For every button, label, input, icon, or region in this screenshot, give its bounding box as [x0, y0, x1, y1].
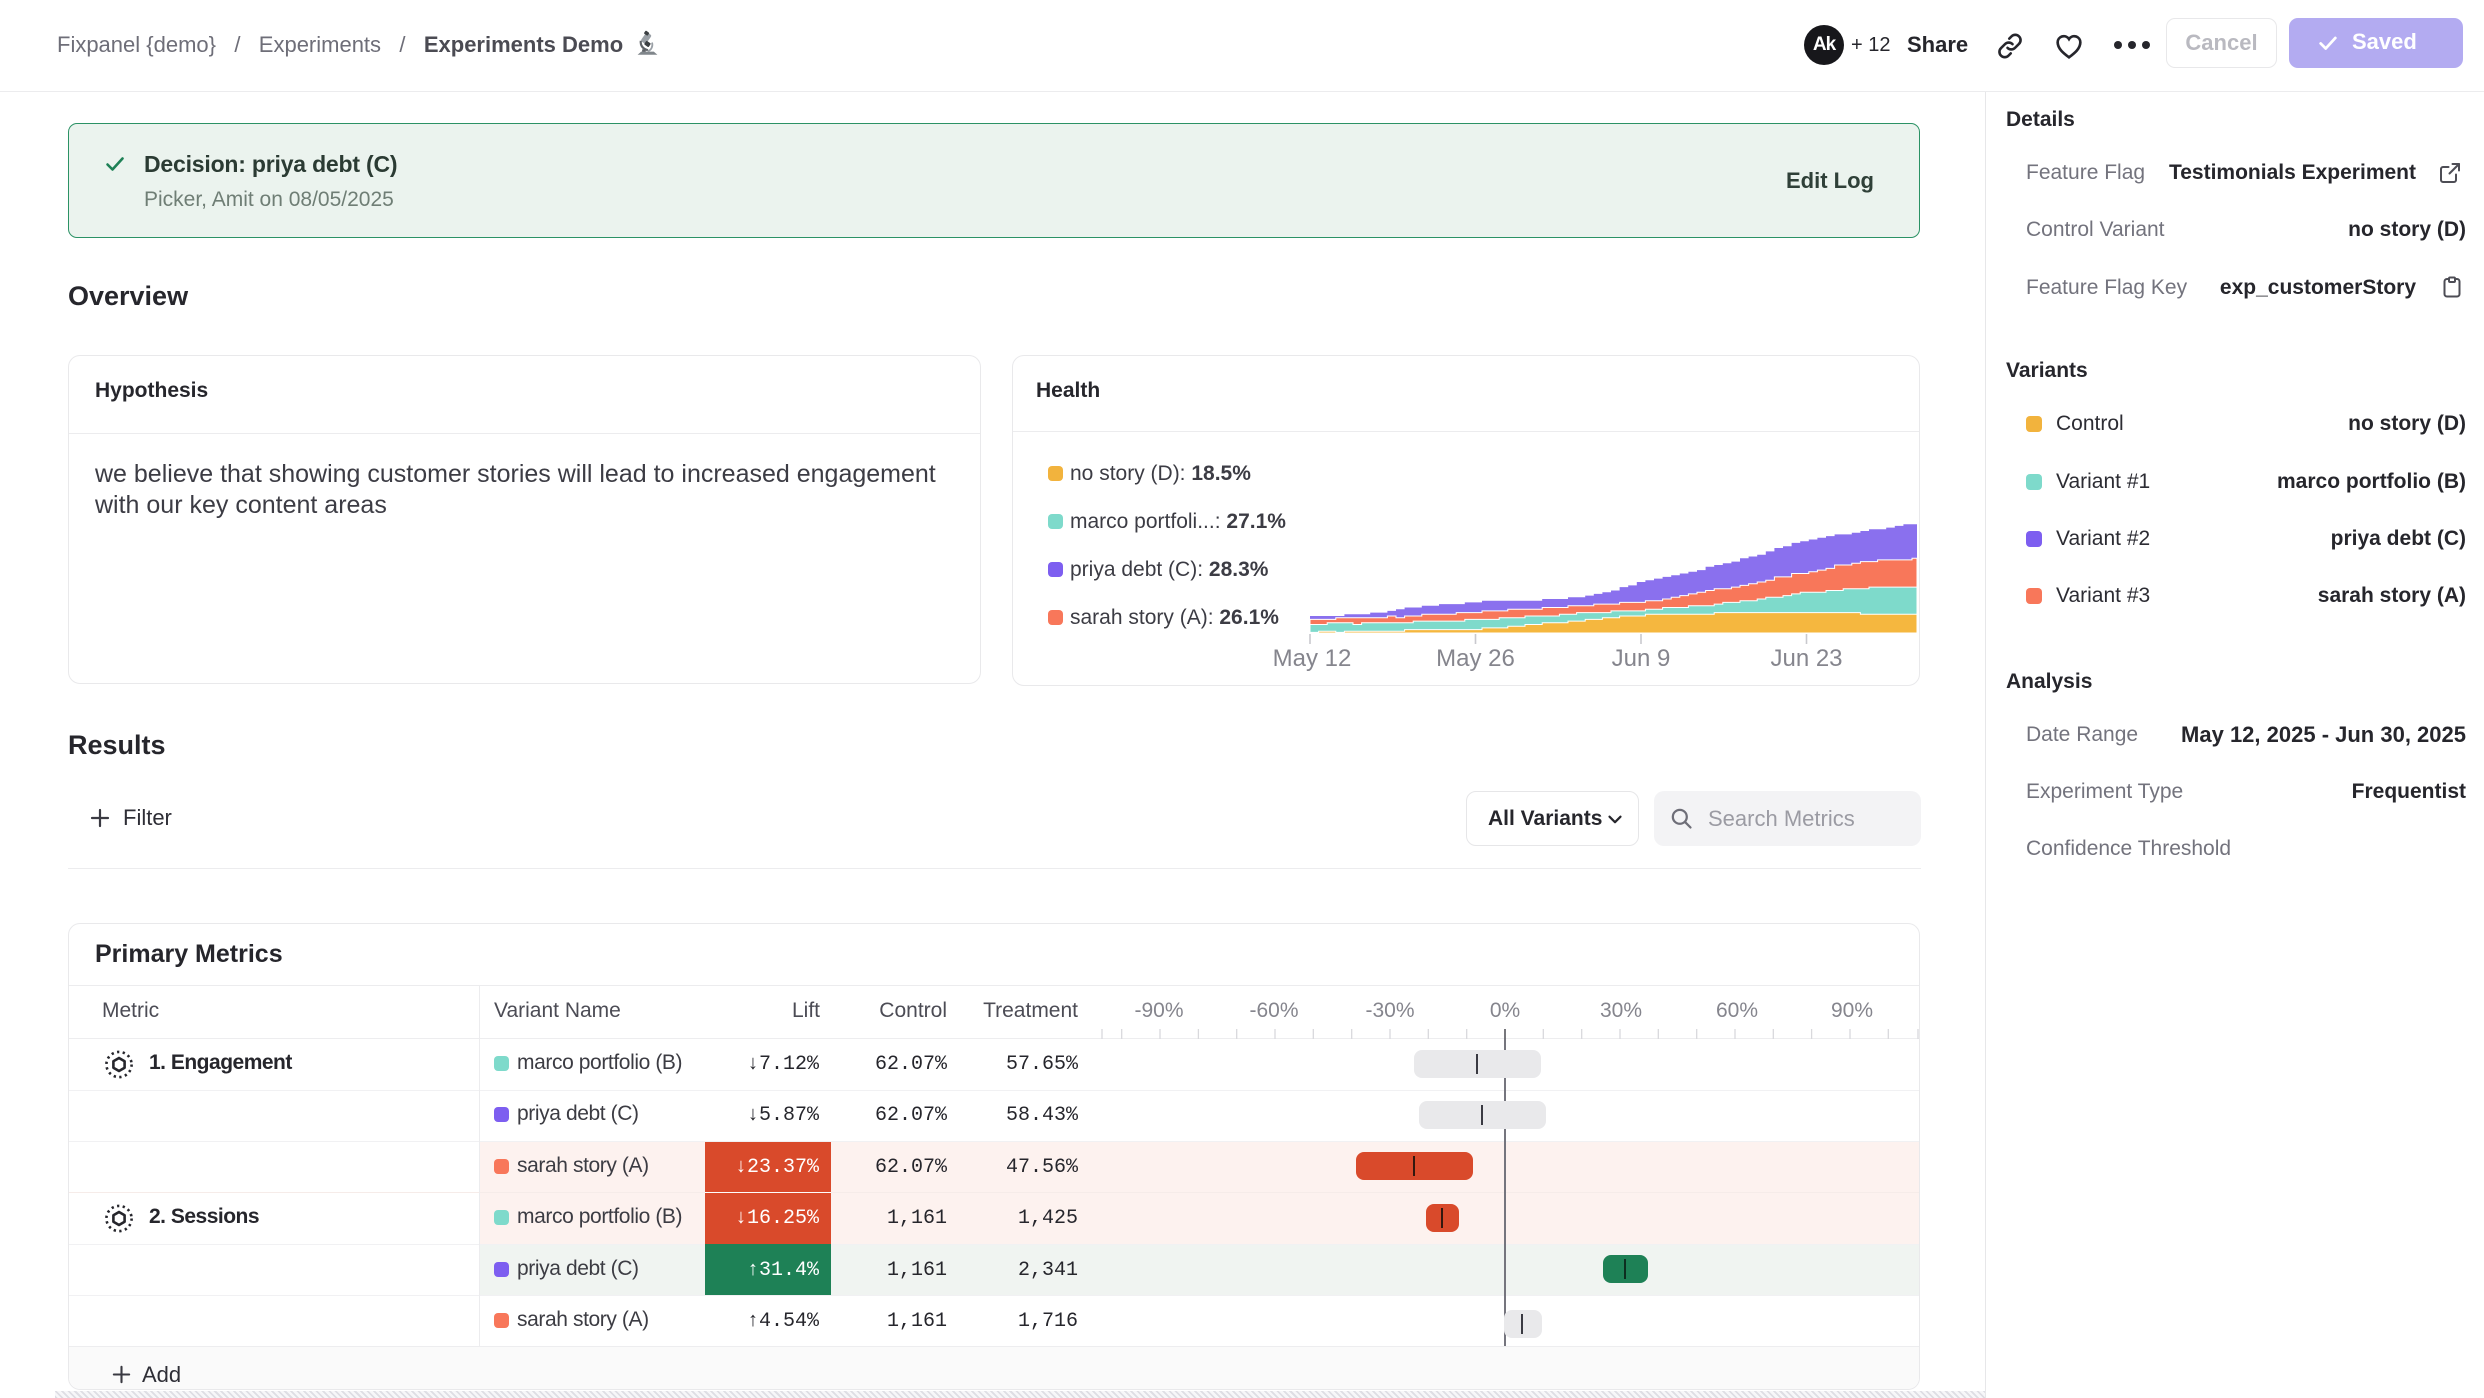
svg-text:Jun 9: Jun 9 [1612, 645, 1671, 672]
svg-text:May 12: May 12 [1273, 645, 1352, 672]
svg-text:May 26: May 26 [1436, 645, 1515, 672]
svg-text:Jun 23: Jun 23 [1770, 645, 1842, 672]
